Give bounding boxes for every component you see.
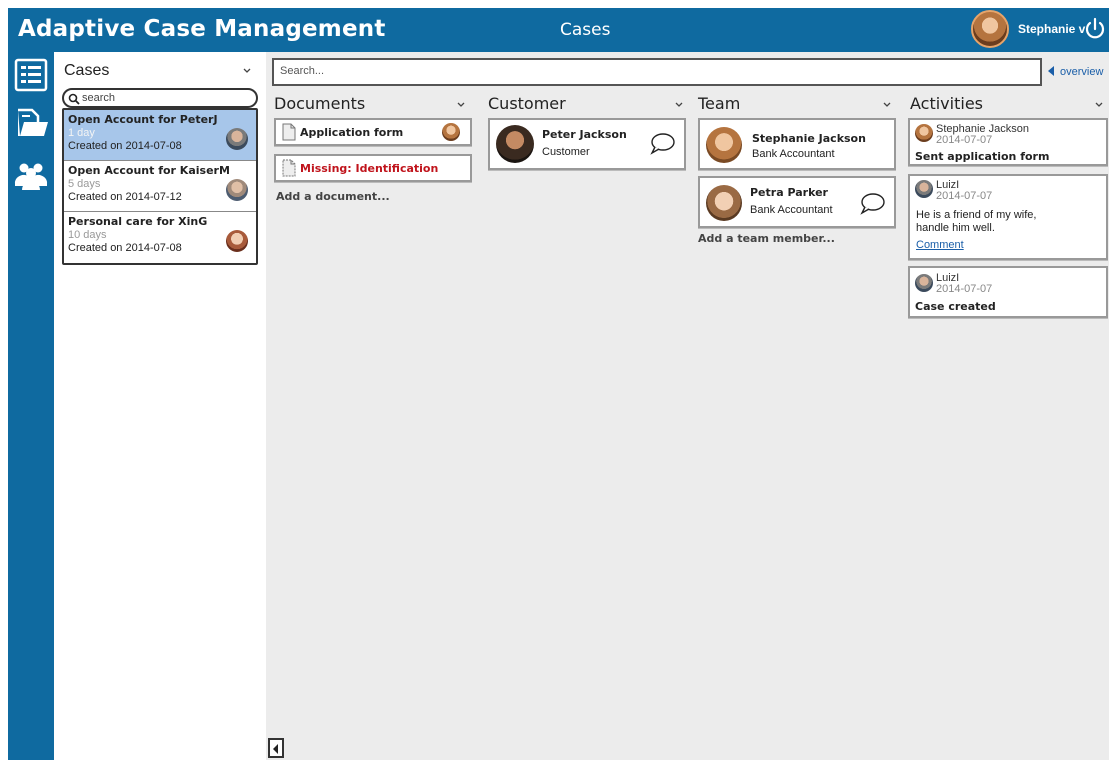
chevron-down-icon[interactable]	[456, 100, 466, 110]
avatar	[706, 127, 742, 163]
team-member-role: Bank Accountant	[750, 204, 833, 216]
chevron-down-icon[interactable]	[674, 100, 684, 110]
case-item[interactable]: Open Account for PeterJ 1 day Created on…	[64, 110, 256, 161]
add-document-link[interactable]: Add a document...	[276, 190, 390, 203]
cases-panel: Cases search Open Account for PeterJ 1 d…	[54, 52, 266, 760]
user-avatar[interactable]	[971, 10, 1009, 48]
case-item[interactable]: Open Account for KaiserM 5 days Created …	[64, 161, 256, 212]
page-title: Cases	[560, 20, 611, 40]
caret-left-icon	[273, 744, 278, 754]
document-card[interactable]: Missing: Identification	[274, 154, 472, 182]
avatar	[496, 125, 534, 163]
activity-date: 2014-07-07	[936, 134, 993, 146]
document-icon	[282, 159, 296, 177]
case-search-placeholder: search	[82, 92, 116, 104]
avatar	[226, 179, 248, 201]
chevron-down-icon[interactable]	[882, 100, 892, 110]
team-member-card[interactable]: Petra Parker Bank Accountant	[698, 176, 896, 228]
case-created: Created on 2014-07-08	[68, 140, 182, 152]
team-member-name: Stephanie Jackson	[752, 132, 866, 145]
team-member-card[interactable]: Stephanie Jackson Bank Accountant	[698, 118, 896, 170]
team-member-name: Petra Parker	[750, 186, 828, 199]
case-created: Created on 2014-07-08	[68, 242, 182, 254]
document-label: Application form	[300, 126, 404, 139]
avatar	[915, 180, 933, 198]
activity-date: 2014-07-07	[936, 190, 993, 202]
main-search-input[interactable]: Search...	[272, 58, 1042, 86]
user-name[interactable]: Stephanie v	[1018, 22, 1085, 36]
top-bar: Adaptive Case Management Cases Stephanie…	[8, 8, 1109, 52]
avatar	[706, 185, 742, 221]
chevron-down-icon[interactable]	[1094, 100, 1104, 110]
documents-icon[interactable]	[12, 104, 50, 142]
cases-heading: Cases	[64, 62, 110, 79]
case-item[interactable]: Personal care for XinG 10 days Created o…	[64, 212, 256, 263]
documents-heading: Documents	[274, 94, 366, 113]
case-age: 10 days	[68, 229, 107, 241]
activity-card: Stephanie Jackson 2014-07-07 Sent applic…	[908, 118, 1108, 166]
avatar	[442, 123, 460, 141]
search-icon	[68, 93, 80, 105]
activity-text: Sent application form	[915, 150, 1050, 163]
collapse-panel-button[interactable]	[268, 738, 284, 758]
activity-text: Case created	[915, 300, 996, 313]
activity-card: LuizI 2014-07-07 He is a friend of my wi…	[908, 174, 1108, 260]
activities-heading: Activities	[910, 94, 983, 113]
case-title: Open Account for KaiserM	[68, 164, 230, 177]
app-title: Adaptive Case Management	[18, 16, 386, 42]
customer-name: Peter Jackson	[542, 128, 627, 141]
document-card[interactable]: Application form	[274, 118, 472, 146]
avatar	[226, 230, 248, 252]
speech-bubble-icon[interactable]	[648, 132, 676, 156]
avatar	[915, 124, 933, 142]
case-title: Personal care for XinG	[68, 215, 208, 228]
case-list: Open Account for PeterJ 1 day Created on…	[62, 108, 258, 265]
team-heading: Team	[698, 94, 741, 113]
avatar	[226, 128, 248, 150]
activity-card: LuizI 2014-07-07 Case created	[908, 266, 1108, 318]
task-list-icon[interactable]	[12, 56, 50, 94]
case-search-input[interactable]: search	[62, 88, 258, 108]
avatar	[915, 274, 933, 292]
overview-link[interactable]: overview	[1048, 66, 1103, 78]
case-detail-area: Search... overview Documents Application…	[266, 52, 1109, 760]
team-icon[interactable]	[12, 156, 50, 194]
chevron-down-icon[interactable]	[242, 66, 252, 76]
case-age: 5 days	[68, 178, 101, 190]
power-icon[interactable]	[1083, 16, 1107, 42]
document-label: Missing: Identification	[300, 162, 439, 175]
caret-left-icon	[1048, 66, 1054, 76]
document-icon	[282, 123, 296, 141]
case-age: 1 day	[68, 127, 95, 139]
speech-bubble-icon[interactable]	[858, 192, 886, 216]
customer-heading: Customer	[488, 94, 566, 113]
activity-date: 2014-07-07	[936, 283, 993, 295]
comment-link[interactable]: Comment	[916, 239, 964, 251]
left-nav	[8, 52, 54, 760]
customer-card[interactable]: Peter Jackson Customer	[488, 118, 686, 170]
add-team-member-link[interactable]: Add a team member...	[698, 232, 835, 245]
team-member-role: Bank Accountant	[752, 148, 835, 160]
case-title: Open Account for PeterJ	[68, 113, 218, 126]
activity-comment-line: handle him well.	[916, 222, 995, 234]
case-created: Created on 2014-07-12	[68, 191, 182, 203]
customer-role: Customer	[542, 146, 590, 158]
overview-label: overview	[1060, 66, 1104, 78]
activity-comment-line: He is a friend of my wife,	[916, 209, 1037, 221]
